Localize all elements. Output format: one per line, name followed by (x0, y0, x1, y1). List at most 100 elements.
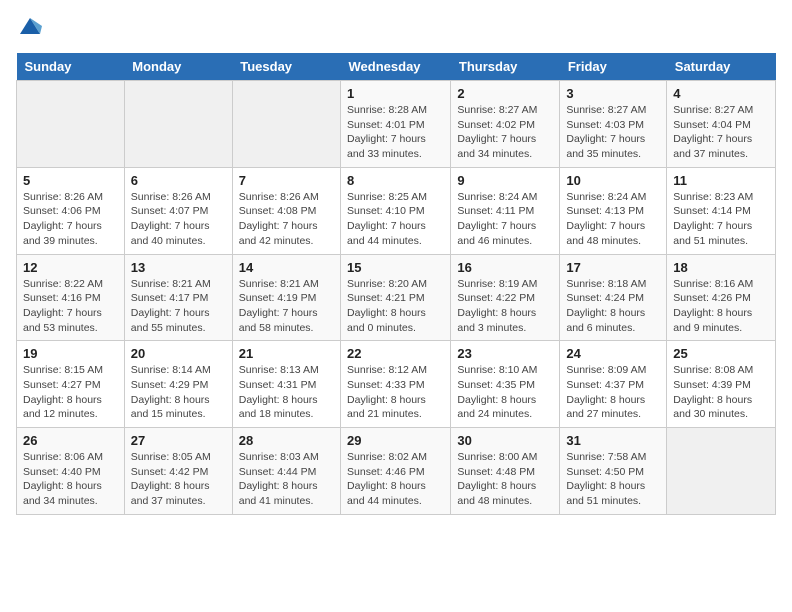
calendar-cell: 17Sunrise: 8:18 AM Sunset: 4:24 PM Dayli… (560, 254, 667, 341)
calendar-cell: 20 Sunrise: 8:14 AM Sunset: 4:29 PM Dayli… (124, 341, 232, 428)
day-info: Sunrise: 8:27 AM Sunset: 4:04 PM Dayligh… (673, 103, 769, 162)
day-number: 3 (566, 86, 660, 101)
calendar-cell: 3 Sunrise: 8:27 AM Sunset: 4:03 PM Daylig… (560, 81, 667, 168)
calendar-cell: 26Sunrise: 8:06 AM Sunset: 4:40 PM Dayli… (17, 428, 125, 515)
day-info: Sunrise: 8:13 AM Sunset: 4:31 PM Dayligh… (239, 363, 334, 422)
calendar-cell: 24Sunrise: 8:09 AM Sunset: 4:37 PM Dayli… (560, 341, 667, 428)
day-info: Sunrise: 8:14 AM Sunset: 4:29 PM Dayligh… (131, 363, 226, 422)
calendar-cell: 2 Sunrise: 8:27 AM Sunset: 4:02 PM Daylig… (451, 81, 560, 168)
calendar-cell: 4 Sunrise: 8:27 AM Sunset: 4:04 PM Daylig… (667, 81, 776, 168)
day-info: Sunrise: 8:08 AM Sunset: 4:39 PM Dayligh… (673, 363, 769, 422)
calendar-cell: 25 Sunrise: 8:08 AM Sunset: 4:39 PM Dayli… (667, 341, 776, 428)
day-number: 28 (239, 433, 334, 448)
header-thursday: Thursday (451, 53, 560, 81)
day-info: Sunrise: 8:02 AM Sunset: 4:46 PM Dayligh… (347, 450, 444, 509)
calendar-cell: 22 Sunrise: 8:12 AM Sunset: 4:33 PM Dayli… (341, 341, 451, 428)
day-number: 17 (566, 260, 660, 275)
header-wednesday: Wednesday (341, 53, 451, 81)
day-number: 31 (566, 433, 660, 448)
calendar-cell: 9 Sunrise: 8:24 AM Sunset: 4:11 PM Daylig… (451, 167, 560, 254)
day-number: 7 (239, 173, 334, 188)
day-info: Sunrise: 7:58 AM Sunset: 4:50 PM Dayligh… (566, 450, 660, 509)
day-number: 20 (131, 346, 226, 361)
calendar-cell: 5 Sunrise: 8:26 AM Sunset: 4:06 PM Daylig… (17, 167, 125, 254)
calendar-cell: 29 Sunrise: 8:02 AM Sunset: 4:46 PM Dayli… (341, 428, 451, 515)
day-info: Sunrise: 8:15 AM Sunset: 4:27 PM Dayligh… (23, 363, 118, 422)
calendar-cell (667, 428, 776, 515)
calendar-cell: 21 Sunrise: 8:13 AM Sunset: 4:31 PM Dayli… (232, 341, 340, 428)
day-number: 25 (673, 346, 769, 361)
day-info: Sunrise: 8:16 AM Sunset: 4:26 PM Dayligh… (673, 277, 769, 336)
day-number: 6 (131, 173, 226, 188)
day-number: 4 (673, 86, 769, 101)
calendar-cell: 14 Sunrise: 8:21 AM Sunset: 4:19 PM Dayli… (232, 254, 340, 341)
header-saturday: Saturday (667, 53, 776, 81)
header-tuesday: Tuesday (232, 53, 340, 81)
week-row-4: 26Sunrise: 8:06 AM Sunset: 4:40 PM Dayli… (17, 428, 776, 515)
calendar-cell: 7Sunrise: 8:26 AM Sunset: 4:08 PM Daylig… (232, 167, 340, 254)
day-info: Sunrise: 8:03 AM Sunset: 4:44 PM Dayligh… (239, 450, 334, 509)
day-info: Sunrise: 8:09 AM Sunset: 4:37 PM Dayligh… (566, 363, 660, 422)
logo (16, 16, 42, 41)
calendar-cell (17, 81, 125, 168)
calendar-cell: 13 Sunrise: 8:21 AM Sunset: 4:17 PM Dayli… (124, 254, 232, 341)
day-number: 10 (566, 173, 660, 188)
day-info: Sunrise: 8:26 AM Sunset: 4:07 PM Dayligh… (131, 190, 226, 249)
day-number: 8 (347, 173, 444, 188)
calendar-cell: 12 Sunrise: 8:22 AM Sunset: 4:16 PM Dayli… (17, 254, 125, 341)
day-info: Sunrise: 8:24 AM Sunset: 4:11 PM Dayligh… (457, 190, 553, 249)
calendar-cell: 11Sunrise: 8:23 AM Sunset: 4:14 PM Dayli… (667, 167, 776, 254)
day-number: 18 (673, 260, 769, 275)
calendar-cell: 6 Sunrise: 8:26 AM Sunset: 4:07 PM Daylig… (124, 167, 232, 254)
day-info: Sunrise: 8:19 AM Sunset: 4:22 PM Dayligh… (457, 277, 553, 336)
day-number: 27 (131, 433, 226, 448)
calendar-table: SundayMondayTuesdayWednesdayThursdayFrid… (16, 53, 776, 515)
calendar-cell: 8 Sunrise: 8:25 AM Sunset: 4:10 PM Daylig… (341, 167, 451, 254)
day-info: Sunrise: 8:24 AM Sunset: 4:13 PM Dayligh… (566, 190, 660, 249)
day-number: 13 (131, 260, 226, 275)
day-number: 14 (239, 260, 334, 275)
calendar-cell: 18 Sunrise: 8:16 AM Sunset: 4:26 PM Dayli… (667, 254, 776, 341)
calendar-header-row: SundayMondayTuesdayWednesdayThursdayFrid… (17, 53, 776, 81)
calendar-cell: 23Sunrise: 8:10 AM Sunset: 4:35 PM Dayli… (451, 341, 560, 428)
page-header (16, 16, 776, 41)
day-info: Sunrise: 8:25 AM Sunset: 4:10 PM Dayligh… (347, 190, 444, 249)
day-number: 23 (457, 346, 553, 361)
day-info: Sunrise: 8:21 AM Sunset: 4:19 PM Dayligh… (239, 277, 334, 336)
day-number: 29 (347, 433, 444, 448)
day-number: 1 (347, 86, 444, 101)
day-number: 19 (23, 346, 118, 361)
day-number: 22 (347, 346, 444, 361)
day-info: Sunrise: 8:26 AM Sunset: 4:06 PM Dayligh… (23, 190, 118, 249)
day-number: 21 (239, 346, 334, 361)
day-info: Sunrise: 8:00 AM Sunset: 4:48 PM Dayligh… (457, 450, 553, 509)
day-number: 5 (23, 173, 118, 188)
calendar-cell: 31 Sunrise: 7:58 AM Sunset: 4:50 PM Dayli… (560, 428, 667, 515)
calendar-cell: 28 Sunrise: 8:03 AM Sunset: 4:44 PM Dayli… (232, 428, 340, 515)
calendar-cell: 19 Sunrise: 8:15 AM Sunset: 4:27 PM Dayli… (17, 341, 125, 428)
header-monday: Monday (124, 53, 232, 81)
day-info: Sunrise: 8:21 AM Sunset: 4:17 PM Dayligh… (131, 277, 226, 336)
day-number: 2 (457, 86, 553, 101)
week-row-0: 1 Sunrise: 8:28 AM Sunset: 4:01 PM Daylig… (17, 81, 776, 168)
day-info: Sunrise: 8:28 AM Sunset: 4:01 PM Dayligh… (347, 103, 444, 162)
calendar-cell: 10 Sunrise: 8:24 AM Sunset: 4:13 PM Dayli… (560, 167, 667, 254)
calendar-cell: 27Sunrise: 8:05 AM Sunset: 4:42 PM Dayli… (124, 428, 232, 515)
calendar-cell: 1 Sunrise: 8:28 AM Sunset: 4:01 PM Daylig… (341, 81, 451, 168)
calendar-cell: 30Sunrise: 8:00 AM Sunset: 4:48 PM Dayli… (451, 428, 560, 515)
calendar-cell (124, 81, 232, 168)
day-info: Sunrise: 8:12 AM Sunset: 4:33 PM Dayligh… (347, 363, 444, 422)
day-number: 12 (23, 260, 118, 275)
week-row-2: 12 Sunrise: 8:22 AM Sunset: 4:16 PM Dayli… (17, 254, 776, 341)
day-number: 9 (457, 173, 553, 188)
day-info: Sunrise: 8:22 AM Sunset: 4:16 PM Dayligh… (23, 277, 118, 336)
day-number: 16 (457, 260, 553, 275)
calendar-cell (232, 81, 340, 168)
day-number: 15 (347, 260, 444, 275)
day-info: Sunrise: 8:27 AM Sunset: 4:02 PM Dayligh… (457, 103, 553, 162)
day-info: Sunrise: 8:20 AM Sunset: 4:21 PM Dayligh… (347, 277, 444, 336)
header-sunday: Sunday (17, 53, 125, 81)
calendar-cell: 16 Sunrise: 8:19 AM Sunset: 4:22 PM Dayli… (451, 254, 560, 341)
day-info: Sunrise: 8:27 AM Sunset: 4:03 PM Dayligh… (566, 103, 660, 162)
day-info: Sunrise: 8:23 AM Sunset: 4:14 PM Dayligh… (673, 190, 769, 249)
